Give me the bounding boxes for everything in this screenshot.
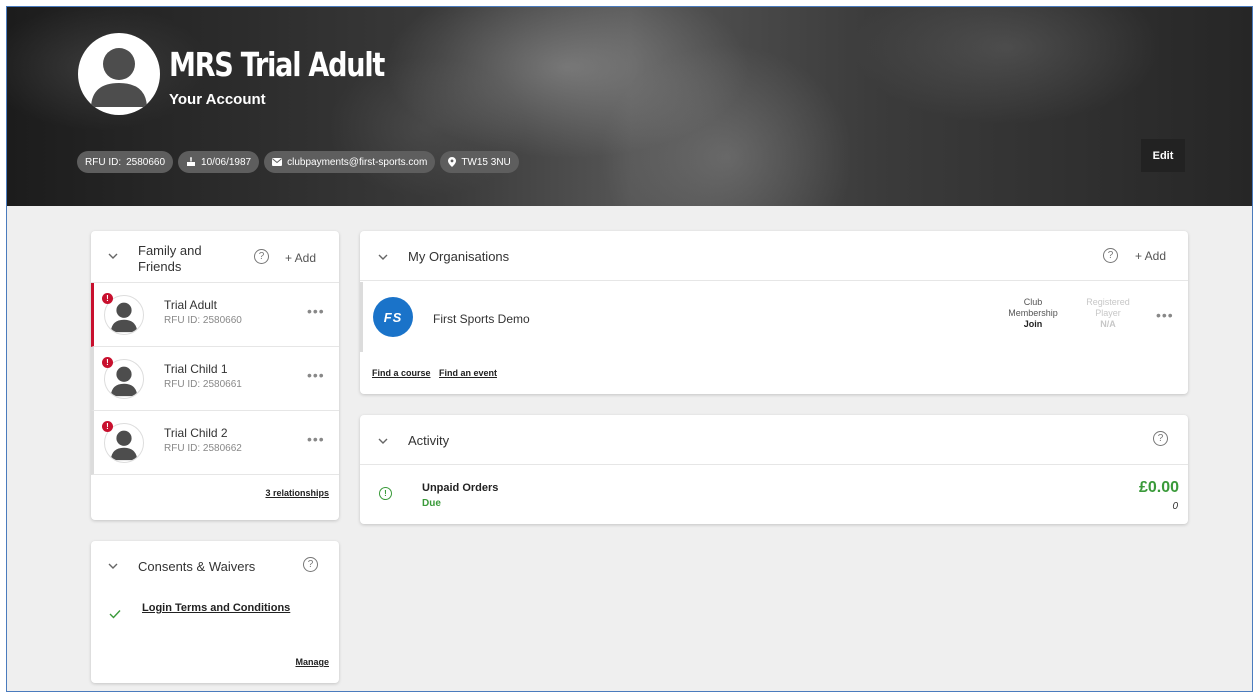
more-options-icon[interactable]: ••• xyxy=(1156,307,1174,323)
unpaid-orders-amount: £0.00 xyxy=(1138,479,1179,496)
profile-header: MRS Trial Adult Your Account RFU ID: 258… xyxy=(7,7,1252,206)
more-options-icon[interactable]: ••• xyxy=(307,367,325,383)
family-friends-header[interactable]: Family and Friends ? + Add xyxy=(91,231,339,283)
rfu-id-label: RFU ID: xyxy=(85,156,122,168)
org-logo: FS xyxy=(373,297,413,337)
location-pin-icon xyxy=(448,157,457,167)
profile-subtitle: Your Account xyxy=(169,91,266,108)
family-friends-title: Family and Friends xyxy=(138,243,202,274)
postcode-value: TW15 3NU xyxy=(461,156,511,168)
info-circle-icon: ! xyxy=(379,487,392,500)
member-rfu-id: RFU ID: 2580660 xyxy=(164,315,242,326)
add-organisation-button[interactable]: + Add xyxy=(1135,249,1166,263)
email-chip: clubpayments@first-sports.com xyxy=(264,151,436,173)
member-name: Trial Child 1 xyxy=(164,362,228,376)
family-member-row[interactable]: ! Trial Child 2 RFU ID: 2580662 ••• xyxy=(91,411,339,475)
consents-header[interactable]: Consents & Waivers ? xyxy=(91,541,339,589)
alert-icon: ! xyxy=(102,357,113,368)
activity-title: Activity xyxy=(408,433,450,448)
email-value: clubpayments@first-sports.com xyxy=(287,156,428,168)
family-member-row[interactable]: ! Trial Child 1 RFU ID: 2580661 ••• xyxy=(91,347,339,411)
check-icon xyxy=(109,606,121,624)
unpaid-orders-status: Due xyxy=(422,498,441,509)
more-options-icon[interactable]: ••• xyxy=(307,303,325,319)
family-member-row[interactable]: ! Trial Adult RFU ID: 2580660 ••• xyxy=(91,283,339,347)
activity-card: Activity ? ! Unpaid Orders Due £0.00 0 xyxy=(360,415,1188,524)
cake-icon xyxy=(186,157,196,167)
chevron-down-icon[interactable] xyxy=(108,251,118,263)
manage-consents-link[interactable]: Manage xyxy=(295,657,329,667)
user-silhouette-icon xyxy=(91,48,147,107)
club-membership-status[interactable]: Club Membership Join xyxy=(998,297,1068,330)
org-name: First Sports Demo xyxy=(433,312,530,326)
profile-chips: RFU ID: 2580660 10/06/1987 clubpayments@… xyxy=(77,151,519,173)
help-icon[interactable]: ? xyxy=(303,557,318,572)
consents-title: Consents & Waivers xyxy=(138,559,256,574)
postcode-chip: TW15 3NU xyxy=(440,151,519,173)
family-friends-card: Family and Friends ? + Add ! Trial Adult… xyxy=(91,231,339,520)
alert-icon: ! xyxy=(102,293,113,304)
help-icon[interactable]: ? xyxy=(254,249,269,264)
profile-name: MRS Trial Adult xyxy=(169,45,385,84)
alert-icon: ! xyxy=(102,421,113,432)
unpaid-orders-title: Unpaid Orders xyxy=(422,482,499,494)
activity-header[interactable]: Activity ? xyxy=(360,415,1188,465)
help-icon[interactable]: ? xyxy=(1153,431,1168,446)
chevron-down-icon[interactable] xyxy=(108,561,118,573)
member-rfu-id: RFU ID: 2580662 xyxy=(164,443,242,454)
add-family-button[interactable]: + Add xyxy=(285,251,316,265)
member-name: Trial Child 2 xyxy=(164,426,228,440)
help-icon[interactable]: ? xyxy=(1103,248,1118,263)
member-name: Trial Adult xyxy=(164,298,217,312)
unpaid-orders-row[interactable]: ! Unpaid Orders Due £0.00 0 xyxy=(360,465,1188,524)
consents-waivers-card: Consents & Waivers ? Login Terms and Con… xyxy=(91,541,339,683)
member-rfu-id: RFU ID: 2580661 xyxy=(164,379,242,390)
join-link[interactable]: Join xyxy=(998,319,1068,330)
envelope-icon xyxy=(272,158,283,166)
unpaid-orders-count: 0 xyxy=(1172,501,1178,512)
organisation-row[interactable]: FS First Sports Demo Club Membership Joi… xyxy=(360,282,1188,352)
relationships-link[interactable]: 3 relationships xyxy=(265,488,329,498)
my-organisations-card: My Organisations ? + Add FS First Sports… xyxy=(360,231,1188,394)
chevron-down-icon[interactable] xyxy=(378,436,388,448)
find-event-link[interactable]: Find an event xyxy=(439,368,497,378)
chevron-down-icon[interactable] xyxy=(378,252,388,264)
dob-chip: 10/06/1987 xyxy=(178,151,260,173)
rfu-id-value: 2580660 xyxy=(126,156,166,168)
more-options-icon[interactable]: ••• xyxy=(307,431,325,447)
registered-player-status: Registered Player N/A xyxy=(1086,297,1130,329)
login-terms-link[interactable]: Login Terms and Conditions xyxy=(142,602,290,614)
app-frame: MRS Trial Adult Your Account RFU ID: 258… xyxy=(6,6,1253,692)
find-course-link[interactable]: Find a course xyxy=(372,368,431,378)
dob-value: 10/06/1987 xyxy=(201,156,252,168)
rfu-id-chip: RFU ID: 2580660 xyxy=(77,151,174,173)
organisations-title: My Organisations xyxy=(408,249,510,264)
edit-profile-button[interactable]: Edit xyxy=(1141,139,1185,172)
profile-avatar xyxy=(78,33,160,115)
organisations-header[interactable]: My Organisations ? + Add xyxy=(360,231,1188,281)
